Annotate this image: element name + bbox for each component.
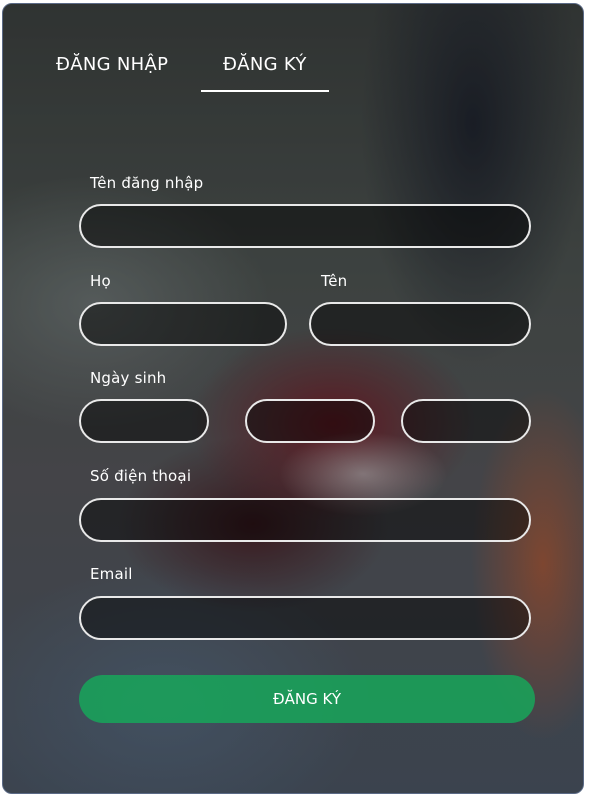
register-panel: ĐĂNG NHẬP ĐĂNG KÝ Tên đăng nhập Họ Tên N… <box>2 3 584 794</box>
birth-year-input[interactable] <box>401 399 531 443</box>
active-tab-indicator <box>201 90 329 92</box>
email-label: Email <box>90 565 133 583</box>
last-name-input[interactable] <box>79 302 287 346</box>
birth-day-input[interactable] <box>79 399 209 443</box>
username-input[interactable] <box>79 204 531 248</box>
email-input[interactable] <box>79 596 531 640</box>
birth-month-input[interactable] <box>245 399 375 443</box>
phone-label: Số điện thoại <box>90 467 192 485</box>
birthdate-label: Ngày sinh <box>90 369 167 387</box>
username-label: Tên đăng nhập <box>90 174 204 192</box>
register-submit-button[interactable]: ĐĂNG KÝ <box>79 675 535 723</box>
last-name-label: Họ <box>90 272 111 290</box>
tab-register[interactable]: ĐĂNG KÝ <box>223 54 307 75</box>
tab-login[interactable]: ĐĂNG NHẬP <box>56 54 168 75</box>
phone-input[interactable] <box>79 498 531 542</box>
first-name-label: Tên <box>321 272 348 290</box>
first-name-input[interactable] <box>309 302 531 346</box>
